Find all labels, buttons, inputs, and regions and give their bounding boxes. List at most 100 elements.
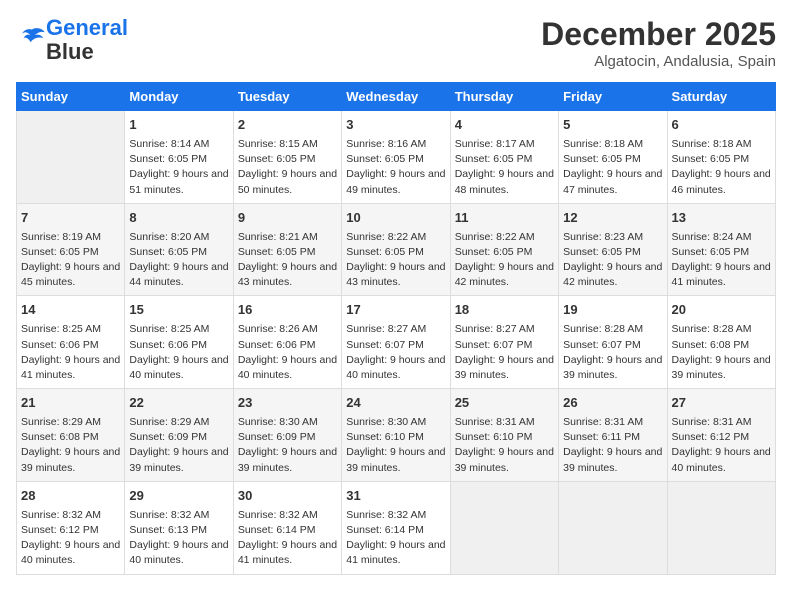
calendar-cell: 7Sunrise: 8:19 AMSunset: 6:05 PMDaylight… <box>17 203 125 296</box>
day-number: 12 <box>563 209 662 228</box>
sunset-text: Sunset: 6:12 PM <box>672 430 771 445</box>
daylight-text: Daylight: 9 hours and 39 minutes. <box>563 353 662 383</box>
day-number: 7 <box>21 209 120 228</box>
sunrise-text: Sunrise: 8:31 AM <box>563 415 662 430</box>
daylight-text: Daylight: 9 hours and 45 minutes. <box>21 260 120 290</box>
sunrise-text: Sunrise: 8:32 AM <box>238 508 337 523</box>
sunset-text: Sunset: 6:14 PM <box>346 523 445 538</box>
calendar-cell: 10Sunrise: 8:22 AMSunset: 6:05 PMDayligh… <box>342 203 450 296</box>
daylight-text: Daylight: 9 hours and 39 minutes. <box>672 353 771 383</box>
sunset-text: Sunset: 6:05 PM <box>129 245 228 260</box>
sunset-text: Sunset: 6:10 PM <box>346 430 445 445</box>
day-number: 25 <box>455 394 554 413</box>
daylight-text: Daylight: 9 hours and 40 minutes. <box>21 538 120 568</box>
daylight-text: Daylight: 9 hours and 43 minutes. <box>346 260 445 290</box>
weekday-header: Friday <box>559 83 667 111</box>
sunset-text: Sunset: 6:05 PM <box>346 245 445 260</box>
sunset-text: Sunset: 6:08 PM <box>672 338 771 353</box>
calendar-cell: 31Sunrise: 8:32 AMSunset: 6:14 PMDayligh… <box>342 481 450 574</box>
sunset-text: Sunset: 6:06 PM <box>21 338 120 353</box>
calendar-cell: 27Sunrise: 8:31 AMSunset: 6:12 PMDayligh… <box>667 389 775 482</box>
daylight-text: Daylight: 9 hours and 44 minutes. <box>129 260 228 290</box>
daylight-text: Daylight: 9 hours and 40 minutes. <box>238 353 337 383</box>
day-number: 23 <box>238 394 337 413</box>
calendar-cell: 9Sunrise: 8:21 AMSunset: 6:05 PMDaylight… <box>233 203 341 296</box>
day-number: 8 <box>129 209 228 228</box>
sunrise-text: Sunrise: 8:15 AM <box>238 137 337 152</box>
daylight-text: Daylight: 9 hours and 39 minutes. <box>129 445 228 475</box>
daylight-text: Daylight: 9 hours and 49 minutes. <box>346 167 445 197</box>
sunset-text: Sunset: 6:14 PM <box>238 523 337 538</box>
daylight-text: Daylight: 9 hours and 41 minutes. <box>238 538 337 568</box>
weekday-header: Thursday <box>450 83 558 111</box>
daylight-text: Daylight: 9 hours and 42 minutes. <box>563 260 662 290</box>
sunrise-text: Sunrise: 8:23 AM <box>563 230 662 245</box>
calendar-cell: 22Sunrise: 8:29 AMSunset: 6:09 PMDayligh… <box>125 389 233 482</box>
sunset-text: Sunset: 6:13 PM <box>129 523 228 538</box>
page-header: GeneralBlue December 2025 Algatocin, And… <box>16 16 776 70</box>
daylight-text: Daylight: 9 hours and 39 minutes. <box>238 445 337 475</box>
day-number: 21 <box>21 394 120 413</box>
daylight-text: Daylight: 9 hours and 50 minutes. <box>238 167 337 197</box>
sunrise-text: Sunrise: 8:27 AM <box>346 322 445 337</box>
weekday-header: Monday <box>125 83 233 111</box>
day-number: 20 <box>672 301 771 320</box>
calendar-cell: 1Sunrise: 8:14 AMSunset: 6:05 PMDaylight… <box>125 111 233 204</box>
sunrise-text: Sunrise: 8:26 AM <box>238 322 337 337</box>
daylight-text: Daylight: 9 hours and 41 minutes. <box>346 538 445 568</box>
sunset-text: Sunset: 6:07 PM <box>346 338 445 353</box>
day-number: 29 <box>129 487 228 506</box>
calendar-cell: 19Sunrise: 8:28 AMSunset: 6:07 PMDayligh… <box>559 296 667 389</box>
daylight-text: Daylight: 9 hours and 40 minutes. <box>129 353 228 383</box>
sunrise-text: Sunrise: 8:21 AM <box>238 230 337 245</box>
calendar-cell: 8Sunrise: 8:20 AMSunset: 6:05 PMDaylight… <box>125 203 233 296</box>
location: Algatocin, Andalusia, Spain <box>541 53 776 70</box>
calendar-cell <box>667 481 775 574</box>
calendar-cell: 24Sunrise: 8:30 AMSunset: 6:10 PMDayligh… <box>342 389 450 482</box>
day-number: 3 <box>346 116 445 135</box>
sunset-text: Sunset: 6:06 PM <box>129 338 228 353</box>
day-number: 26 <box>563 394 662 413</box>
day-number: 17 <box>346 301 445 320</box>
daylight-text: Daylight: 9 hours and 48 minutes. <box>455 167 554 197</box>
title-block: December 2025 Algatocin, Andalusia, Spai… <box>541 16 776 70</box>
calendar-cell: 21Sunrise: 8:29 AMSunset: 6:08 PMDayligh… <box>17 389 125 482</box>
sunrise-text: Sunrise: 8:31 AM <box>672 415 771 430</box>
sunset-text: Sunset: 6:05 PM <box>455 245 554 260</box>
sunset-text: Sunset: 6:09 PM <box>129 430 228 445</box>
calendar-cell: 17Sunrise: 8:27 AMSunset: 6:07 PMDayligh… <box>342 296 450 389</box>
sunrise-text: Sunrise: 8:32 AM <box>129 508 228 523</box>
sunset-text: Sunset: 6:09 PM <box>238 430 337 445</box>
sunrise-text: Sunrise: 8:22 AM <box>346 230 445 245</box>
day-number: 2 <box>238 116 337 135</box>
daylight-text: Daylight: 9 hours and 46 minutes. <box>672 167 771 197</box>
sunset-text: Sunset: 6:08 PM <box>21 430 120 445</box>
sunset-text: Sunset: 6:11 PM <box>563 430 662 445</box>
sunset-text: Sunset: 6:10 PM <box>455 430 554 445</box>
calendar-cell: 6Sunrise: 8:18 AMSunset: 6:05 PMDaylight… <box>667 111 775 204</box>
calendar-cell: 20Sunrise: 8:28 AMSunset: 6:08 PMDayligh… <box>667 296 775 389</box>
sunrise-text: Sunrise: 8:18 AM <box>672 137 771 152</box>
calendar-cell <box>450 481 558 574</box>
sunrise-text: Sunrise: 8:19 AM <box>21 230 120 245</box>
sunrise-text: Sunrise: 8:28 AM <box>563 322 662 337</box>
sunset-text: Sunset: 6:05 PM <box>455 152 554 167</box>
sunrise-text: Sunrise: 8:25 AM <box>129 322 228 337</box>
calendar-week-row: 21Sunrise: 8:29 AMSunset: 6:08 PMDayligh… <box>17 389 776 482</box>
month-title: December 2025 <box>541 16 776 53</box>
daylight-text: Daylight: 9 hours and 42 minutes. <box>455 260 554 290</box>
sunset-text: Sunset: 6:05 PM <box>346 152 445 167</box>
sunrise-text: Sunrise: 8:18 AM <box>563 137 662 152</box>
calendar-cell: 25Sunrise: 8:31 AMSunset: 6:10 PMDayligh… <box>450 389 558 482</box>
sunset-text: Sunset: 6:07 PM <box>563 338 662 353</box>
sunrise-text: Sunrise: 8:30 AM <box>238 415 337 430</box>
day-number: 27 <box>672 394 771 413</box>
calendar-cell: 15Sunrise: 8:25 AMSunset: 6:06 PMDayligh… <box>125 296 233 389</box>
day-number: 24 <box>346 394 445 413</box>
day-number: 4 <box>455 116 554 135</box>
day-number: 18 <box>455 301 554 320</box>
calendar-week-row: 1Sunrise: 8:14 AMSunset: 6:05 PMDaylight… <box>17 111 776 204</box>
sunset-text: Sunset: 6:05 PM <box>672 245 771 260</box>
calendar-cell: 11Sunrise: 8:22 AMSunset: 6:05 PMDayligh… <box>450 203 558 296</box>
day-number: 14 <box>21 301 120 320</box>
